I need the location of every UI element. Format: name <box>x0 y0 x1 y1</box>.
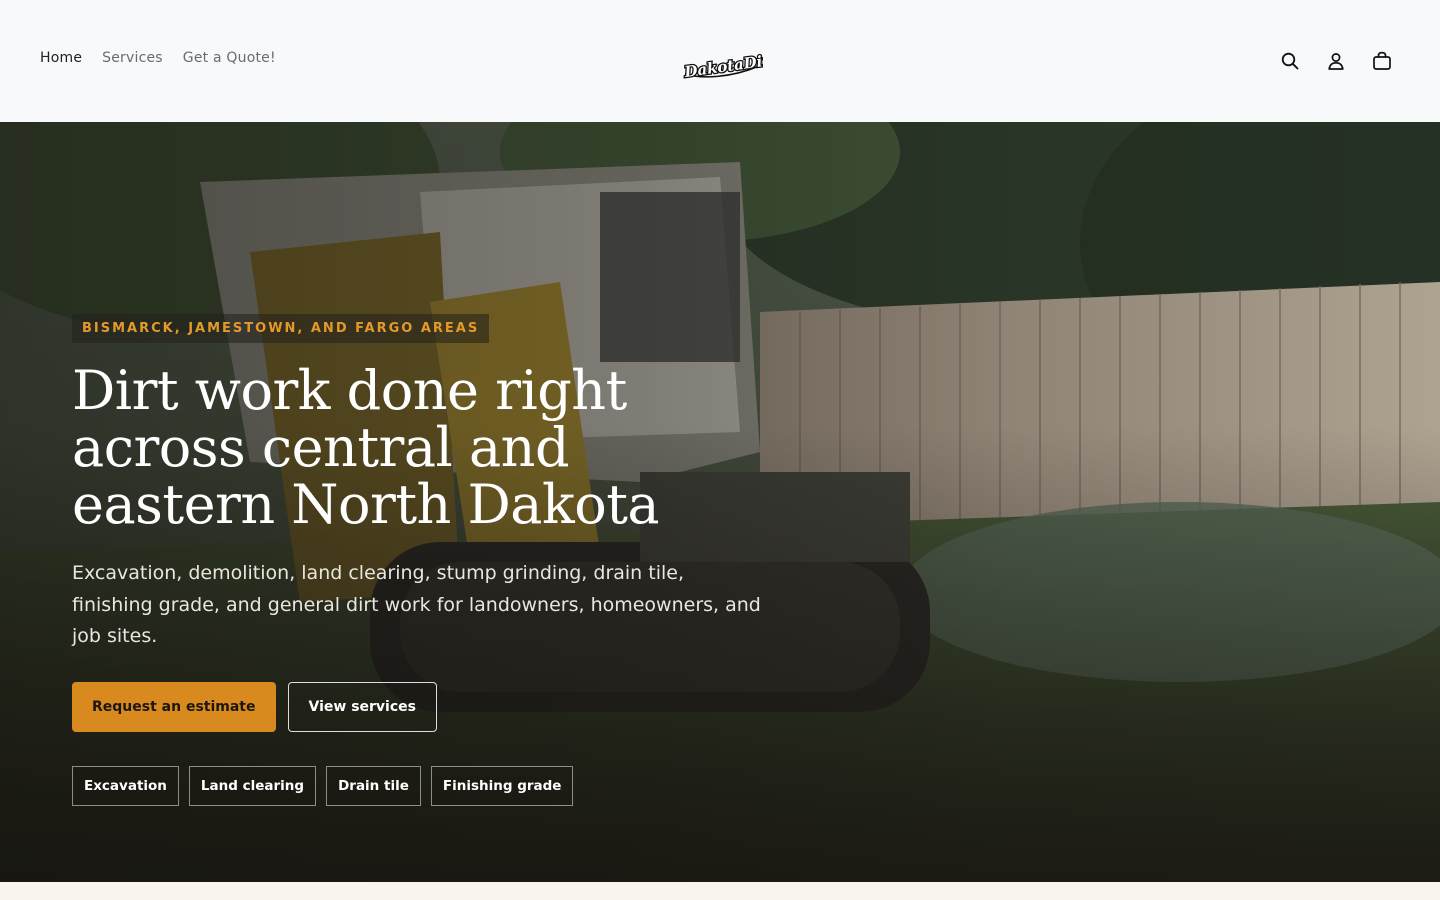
hero-headline: Dirt work done right across central and … <box>72 359 660 536</box>
tag-land-clearing: Land clearing <box>188 766 317 806</box>
nav-home[interactable]: Home <box>40 50 82 66</box>
nav-services[interactable]: Services <box>102 50 163 66</box>
logo-wordmark-icon: DakotaDirt <box>681 49 780 83</box>
cart-icon[interactable] <box>1370 48 1394 74</box>
hero-subtext: Excavation, demolition, land clearing, s… <box>72 562 761 647</box>
tag-finishing-grade: Finishing grade <box>430 766 574 806</box>
nav-get-a-quote[interactable]: Get a Quote! <box>183 50 276 66</box>
site-header: Home Services Get a Quote! DakotaDirt <box>0 0 1440 122</box>
main-nav: Home Services Get a Quote! <box>40 50 276 66</box>
account-icon[interactable] <box>1324 48 1348 74</box>
tag-excavation: Excavation <box>72 766 179 806</box>
hero-cta-row: Request an estimate View services <box>72 682 437 732</box>
header-actions <box>1278 48 1394 74</box>
search-icon[interactable] <box>1278 48 1302 74</box>
next-section-edge <box>0 882 1440 900</box>
tag-drain-tile: Drain tile <box>326 766 421 806</box>
view-services-button[interactable]: View services <box>287 682 437 732</box>
request-estimate-button[interactable]: Request an estimate <box>72 682 276 732</box>
hero-section: BISMARCK, JAMESTOWN, AND FARGO AREAS Dir… <box>0 122 1440 882</box>
hero-eyebrow: BISMARCK, JAMESTOWN, AND FARGO AREAS <box>72 314 490 343</box>
brand-logo[interactable]: DakotaDirt <box>681 48 780 84</box>
service-tags: Excavation Land clearing Drain tile Fini… <box>72 766 574 806</box>
